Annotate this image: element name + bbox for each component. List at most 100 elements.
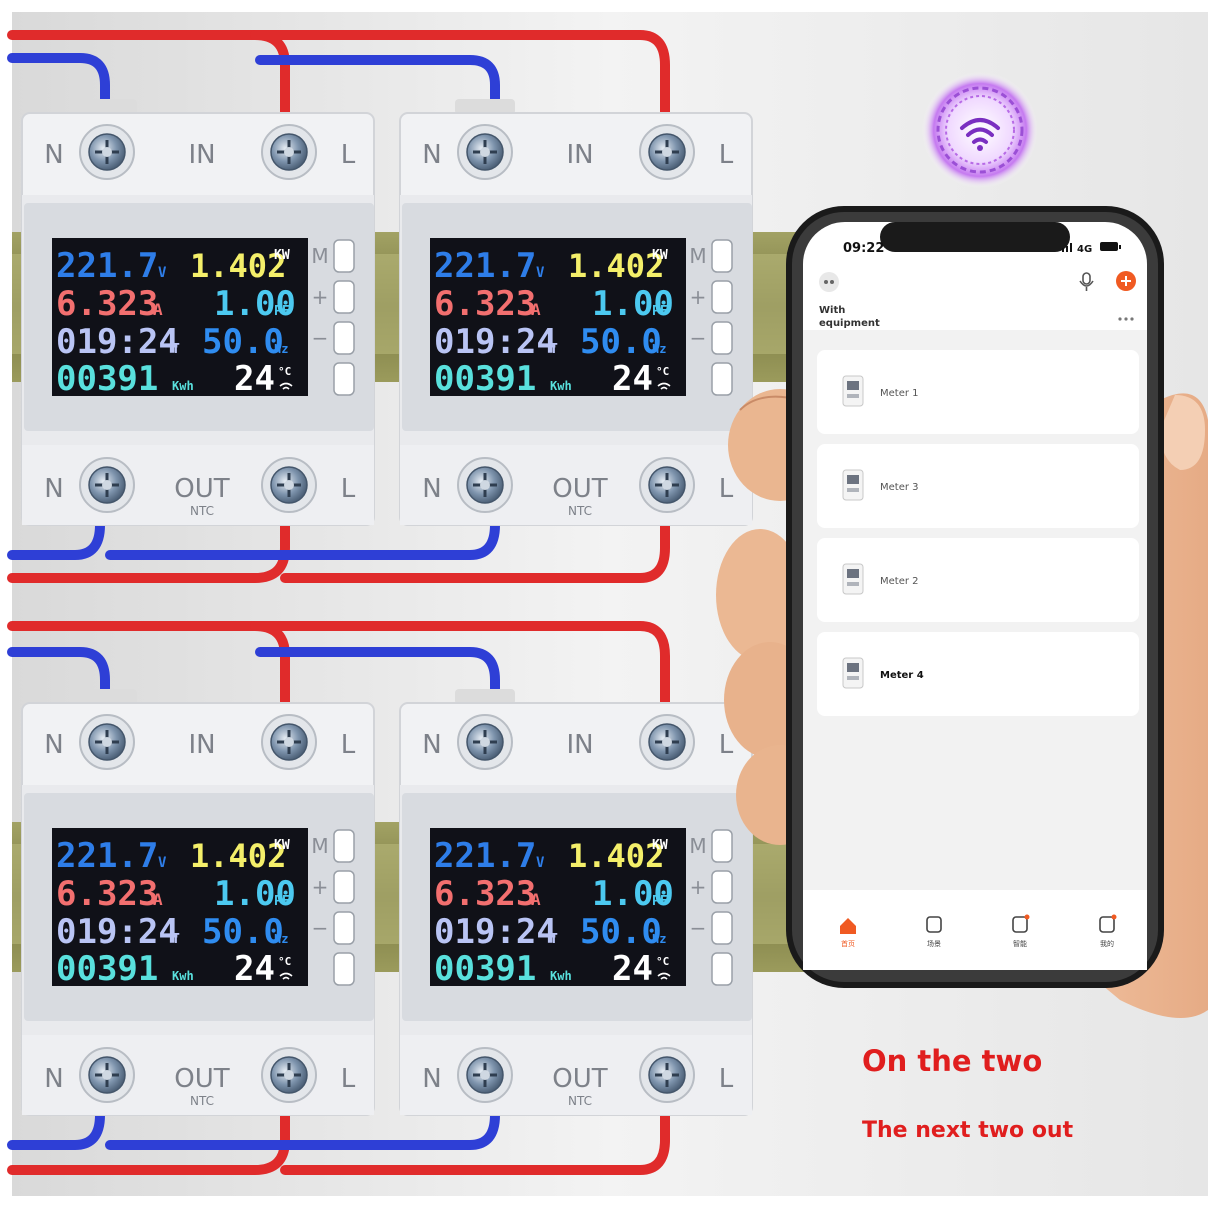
temperature-readout: 24 [234,359,275,399]
temperature-readout: 24 [612,359,653,399]
power-unit: KW [274,248,290,263]
voltage-unit: V [536,855,545,871]
button-label: + [690,875,707,899]
terminal-label-n: N [422,730,441,760]
meter-unit: N IN L221.7 V 1.402KW6.323A 1.00PF019:24T 50.0… [399,99,753,526]
terminal-screw[interactable] [639,457,695,513]
time-readout: 019:24 [434,322,557,362]
meter-button[interactable] [711,829,733,863]
terminal-screw[interactable] [261,1047,317,1103]
meter-button[interactable] [333,829,355,863]
device-card[interactable]: Meter 3 [817,444,1139,528]
voltage-readout: 221.7 [434,836,536,876]
terminal-screw[interactable] [261,714,317,770]
device-name: Meter 2 [880,576,919,587]
terminal-screw[interactable] [639,1047,695,1103]
energy-readout: 00391 [434,949,536,989]
device-name: Meter 3 [880,482,919,493]
voltage-readout: 221.7 [434,246,536,286]
terminal-label-n: N [44,474,63,504]
battery-icon [1100,242,1121,251]
meter-button[interactable] [711,362,733,396]
terminal-screw[interactable] [79,457,135,513]
current-unit: A [153,890,163,909]
terminal-screw[interactable] [457,714,513,770]
device-card[interactable]: Meter 1 [817,350,1139,434]
meter-unit: N IN L221.7 V 1.402KW6.323A 1.00PF019:24T 50.0… [399,689,753,1116]
terminal-screw[interactable] [261,124,317,180]
more-options-icon[interactable] [1118,317,1134,321]
meter-button[interactable] [333,362,355,396]
power-unit: KW [652,838,668,853]
terminal-label-l: L [719,730,734,760]
terminal-label-n: N [44,730,63,760]
meter-button[interactable] [711,280,733,314]
device-name: Meter 1 [880,388,919,399]
frequency-unit: Hz [652,342,666,356]
temperature-readout: 24 [234,949,275,989]
button-label: M [689,244,706,268]
nav-label: 场景 [927,939,941,948]
meter-device-icon [842,375,864,407]
meter-button[interactable] [333,911,355,945]
button-label: M [311,834,328,858]
power-readout: 1.402 [190,247,286,285]
device-card[interactable]: Meter 2 [817,538,1139,622]
terminal-screw[interactable] [639,714,695,770]
meter-button[interactable] [333,952,355,986]
product-scene: N IN L221.7 V 1.402KW6.323A 1.00PF019:24T 50.0… [0,0,1211,1209]
energy-readout: 00391 [56,949,158,989]
power-unit: KW [274,838,290,853]
temperature-unit: °C [278,955,291,968]
add-device-icon[interactable] [1116,271,1136,291]
home-avatar-icon[interactable] [819,272,839,292]
terminal-screw[interactable] [79,124,135,180]
terminal-label-in: IN [188,140,215,170]
meter-device-icon [842,657,864,689]
terminal-screw[interactable] [79,1047,135,1103]
terminal-screw[interactable] [639,124,695,180]
energy-readout: 00391 [434,359,536,399]
terminal-screw[interactable] [457,1047,513,1103]
frequency-readout: 50.0 [580,322,662,362]
meter-button[interactable] [333,239,355,273]
status-time: 09:22 [843,241,884,256]
nav-label: 我的 [1100,939,1114,948]
meter-button[interactable] [333,280,355,314]
temperature-readout: 24 [612,949,653,989]
button-label: − [312,326,329,350]
terminal-screw[interactable] [261,457,317,513]
voltage-readout: 221.7 [56,246,158,286]
caption-line-2: The next two out [862,1118,1074,1143]
meter-button[interactable] [711,239,733,273]
terminal-label-n: N [422,140,441,170]
button-label: − [690,916,707,940]
voltage-unit: V [158,265,167,281]
button-label: − [690,326,707,350]
status-network: 4G [1077,244,1092,255]
meter-button[interactable] [333,870,355,904]
terminal-label-n: N [44,1064,63,1094]
terminal-screw[interactable] [457,124,513,180]
terminal-label-n: N [44,140,63,170]
energy-unit: Kwh [172,379,194,393]
meter-button[interactable] [711,911,733,945]
terminal-label-l: L [341,1064,356,1094]
current-readout: 6.323 [56,874,158,914]
power-readout: 1.402 [568,247,664,285]
meter-button[interactable] [711,952,733,986]
device-card[interactable]: Meter 4 [817,632,1139,716]
power-readout: 1.402 [190,837,286,875]
phone: 09:22 4G With equipment Meter 1Meter 3Me… [786,206,1164,988]
button-label: − [312,916,329,940]
terminal-label-out: OUT [552,1064,607,1094]
meter-button[interactable] [333,321,355,355]
terminal-label-l: L [719,474,734,504]
meter-button[interactable] [711,870,733,904]
terminal-screw[interactable] [457,457,513,513]
terminal-label-l: L [719,140,734,170]
terminal-screw[interactable] [79,714,135,770]
frequency-unit: Hz [274,932,288,946]
meter-button[interactable] [711,321,733,355]
frequency-readout: 50.0 [202,912,284,952]
